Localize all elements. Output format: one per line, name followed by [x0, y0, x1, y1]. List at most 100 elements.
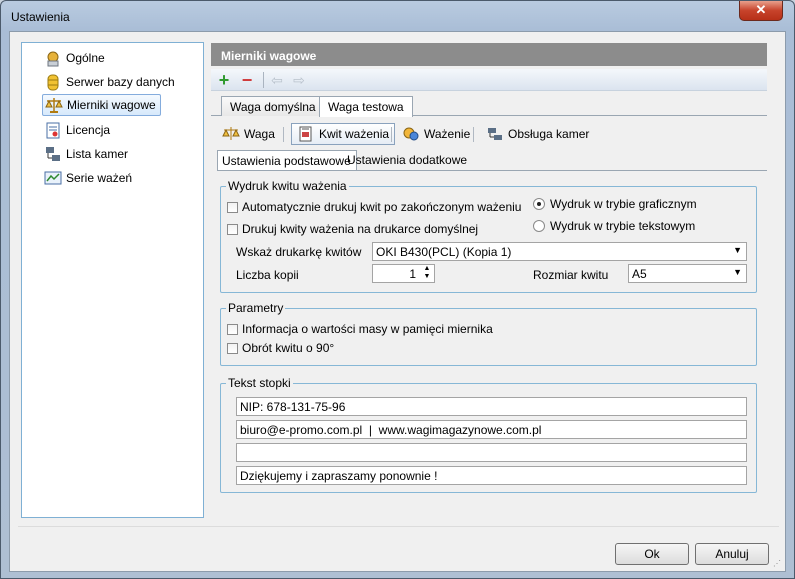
settings-tabs: Ustawienia podstawowe Ustawienia dodatko…: [217, 150, 767, 171]
settings-window: Ustawienia ✕ Ogólne Serwer bazy danych M…: [0, 0, 795, 579]
nav-item-camera-list[interactable]: Lista kamer: [42, 143, 132, 165]
copies-stepper[interactable]: 1 ▲ ▼: [372, 264, 435, 283]
tab-test-scale[interactable]: Waga testowa: [319, 96, 413, 117]
subtool-receipt[interactable]: Kwit ważenia: [291, 123, 396, 145]
arrow-left-icon: ⇦: [271, 72, 283, 88]
graphic-mode-radio[interactable]: Wydruk w trybie graficznym: [533, 197, 697, 211]
scale-icon: [222, 126, 240, 142]
tab-additional-settings[interactable]: Ustawienia dodatkowe: [343, 150, 472, 170]
print-group-legend: Wydruk kwitu ważenia: [226, 179, 349, 193]
nav-label: Serwer bazy danych: [66, 75, 175, 89]
title-bar: Ustawienia ✕: [1, 1, 794, 31]
footer-line-1-input[interactable]: NIP: 678-131-75-96: [236, 397, 747, 416]
nav-item-weighing-series[interactable]: Serie ważeń: [42, 167, 136, 189]
panel-title: Mierniki wagowe: [211, 43, 767, 66]
subtool-label: Obsługa kamer: [508, 127, 590, 141]
default-printer-label: Drukuj kwity ważenia na drukarce domyśln…: [242, 222, 479, 236]
rotate-checkbox[interactable]: Obrót kwitu o 90°: [227, 341, 334, 355]
cancel-button[interactable]: Anuluj: [695, 543, 769, 565]
tab-default-scale[interactable]: Waga domyślna: [221, 96, 325, 116]
chevron-up-icon: ▲: [423, 265, 431, 272]
radio-button: [533, 198, 545, 210]
footer-divider: [18, 526, 779, 527]
window-title: Ustawienia: [11, 10, 70, 24]
camera-icon: [486, 126, 504, 142]
subtool-label: Ważenie: [424, 127, 471, 141]
settings-nav: Ogólne Serwer bazy danych Mierniki wagow…: [21, 42, 204, 518]
plus-icon: +: [218, 70, 230, 90]
back-button[interactable]: ⇦: [267, 71, 287, 89]
add-button[interactable]: +: [214, 71, 234, 89]
license-icon: [44, 121, 62, 139]
footer-line-2-input[interactable]: biuro@e-promo.com.pl | www.wagimagazynow…: [236, 420, 747, 439]
checkbox-box: [227, 342, 238, 354]
subtool-separator: [391, 127, 392, 142]
subtool-scale[interactable]: Waga: [217, 123, 280, 145]
forward-button[interactable]: ⇨: [289, 71, 309, 89]
footer-text-group: Tekst stopki NIP: 678-131-75-96 biuro@e-…: [220, 376, 757, 493]
resize-grip-icon[interactable]: ⋰: [773, 559, 783, 569]
rotate-label: Obrót kwitu o 90°: [242, 341, 335, 355]
radio-button: [533, 220, 545, 232]
graphic-mode-label: Wydruk w trybie graficznym: [550, 197, 697, 211]
arrow-right-icon: ⇨: [293, 72, 305, 88]
nav-label: Mierniki wagowe: [67, 98, 156, 112]
weighing-series-icon: [44, 169, 62, 187]
dropdown-arrow-icon: ▼: [733, 267, 742, 277]
stepper-buttons[interactable]: ▲ ▼: [420, 265, 434, 282]
nav-label: Ogólne: [66, 51, 105, 65]
scale-icon: [45, 96, 63, 114]
mass-info-checkbox[interactable]: Informacja o wartości masy w pamięci mie…: [227, 322, 493, 336]
dropdown-arrow-icon: ▼: [733, 245, 742, 255]
size-label: Rozmiar kwitu: [533, 268, 609, 282]
subtool-cameras[interactable]: Obsługa kamer: [481, 123, 594, 145]
printer-value: OKI B430(PCL) (Kopia 1): [376, 245, 512, 259]
printer-select[interactable]: OKI B430(PCL) (Kopia 1) ▼: [372, 242, 747, 261]
parameters-legend: Parametry: [226, 301, 286, 315]
print-group: Wydruk kwitu ważenia Automatycznie druku…: [220, 179, 757, 293]
nav-item-license[interactable]: Licencja: [42, 119, 114, 141]
nav-item-general[interactable]: Ogólne: [42, 47, 109, 69]
ok-button[interactable]: Ok: [615, 543, 689, 565]
text-mode-label: Wydruk w trybie tekstowym: [550, 219, 696, 233]
general-icon: [44, 49, 62, 67]
tab-basic-settings[interactable]: Ustawienia podstawowe: [217, 150, 357, 171]
copies-value: 1: [409, 267, 416, 281]
scale-subtoolbar: Waga Kwit ważenia Ważenie Obsługa kamer: [211, 122, 767, 146]
receipt-icon: [297, 126, 315, 142]
checkbox-box: [227, 323, 238, 335]
size-value: A5: [632, 267, 647, 281]
subtool-label: Waga: [244, 127, 275, 141]
checkbox-box: [227, 223, 238, 235]
remove-button[interactable]: −: [237, 71, 257, 89]
checkbox-box: [227, 201, 238, 213]
copies-label: Liczba kopii: [236, 268, 299, 282]
size-select[interactable]: A5 ▼: [628, 264, 747, 283]
footer-line-3-input[interactable]: [236, 443, 747, 462]
nav-label: Licencja: [66, 123, 111, 137]
panel-toolbar: + − ⇦ ⇨: [211, 69, 767, 91]
dialog-body: Ogólne Serwer bazy danych Mierniki wagow…: [9, 31, 786, 572]
auto-print-checkbox[interactable]: Automatycznie drukuj kwit po zakończonym…: [227, 200, 521, 214]
footer-line-4-input[interactable]: Dziękujemy i zapraszamy ponownie !: [236, 466, 747, 485]
text-mode-radio[interactable]: Wydruk w trybie tekstowym: [533, 219, 695, 233]
settings-content: Wydruk kwitu ważenia Automatycznie druku…: [211, 171, 767, 518]
printer-label: Wskaż drukarkę kwitów: [236, 245, 362, 259]
scale-tabs: Waga domyślna Waga testowa: [211, 96, 767, 117]
minus-icon: −: [241, 70, 253, 90]
subtool-label: Kwit ważenia: [319, 127, 390, 141]
subtool-weighing[interactable]: Ważenie: [397, 123, 475, 145]
subtool-separator: [283, 127, 284, 142]
camera-list-icon: [44, 145, 62, 163]
mass-info-label: Informacja o wartości masy w pamięci mie…: [242, 322, 493, 336]
close-button[interactable]: ✕: [739, 1, 783, 21]
toolbar-separator: [263, 72, 264, 88]
default-printer-checkbox[interactable]: Drukuj kwity ważenia na drukarce domyśln…: [227, 222, 478, 236]
database-icon: [44, 73, 62, 91]
nav-label: Lista kamer: [66, 147, 129, 161]
subtool-separator: [473, 127, 474, 142]
close-icon: ✕: [755, 2, 767, 17]
nav-item-database-server[interactable]: Serwer bazy danych: [42, 71, 179, 93]
nav-item-scales[interactable]: Mierniki wagowe: [42, 94, 161, 116]
nav-label: Serie ważeń: [66, 171, 133, 185]
